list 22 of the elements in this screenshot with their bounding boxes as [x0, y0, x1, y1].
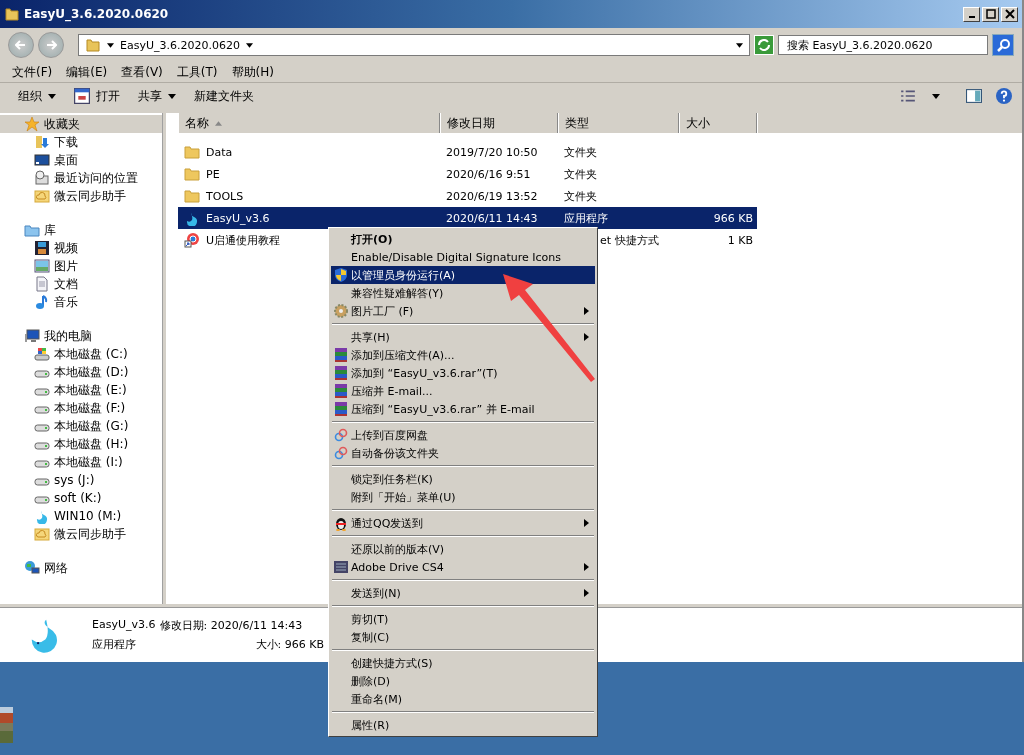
modified-date: 2019/7/20 10:50 — [446, 145, 538, 159]
address-path: EasyU_3.6.2020.0620 — [120, 38, 240, 52]
file-type: 文件夹 — [564, 188, 597, 204]
modified-date: 2020/6/11 14:43 — [446, 211, 538, 225]
file-name: EasyU_v3.6 — [92, 618, 156, 633]
window-title: EasyU_3.6.2020.0620 — [24, 7, 169, 21]
file-type: 文件夹 — [564, 144, 597, 160]
modified-date: 修改日期: 2020/6/11 14:43 — [159, 618, 304, 633]
file-name: U启通使用教程 — [206, 232, 281, 248]
file-name: Data — [206, 145, 233, 159]
file-size: 大小: 966 KB — [254, 637, 324, 652]
file-name: EasyU_v3.6 — [206, 211, 270, 225]
file-type: 应用程序 — [564, 210, 608, 226]
file-name: TOOLS — [206, 189, 244, 203]
file-type: 文件夹 — [564, 166, 597, 182]
modified-date: 2020/6/16 9:51 — [446, 167, 531, 181]
file-type: 应用程序 — [92, 637, 137, 652]
file-size: 966 KB — [713, 211, 753, 225]
file-type: et 快捷方式 — [600, 232, 659, 248]
file-name: PE — [206, 167, 220, 181]
file-size: 1 KB — [727, 233, 753, 247]
modified-date: 2020/6/19 13:52 — [446, 189, 538, 203]
